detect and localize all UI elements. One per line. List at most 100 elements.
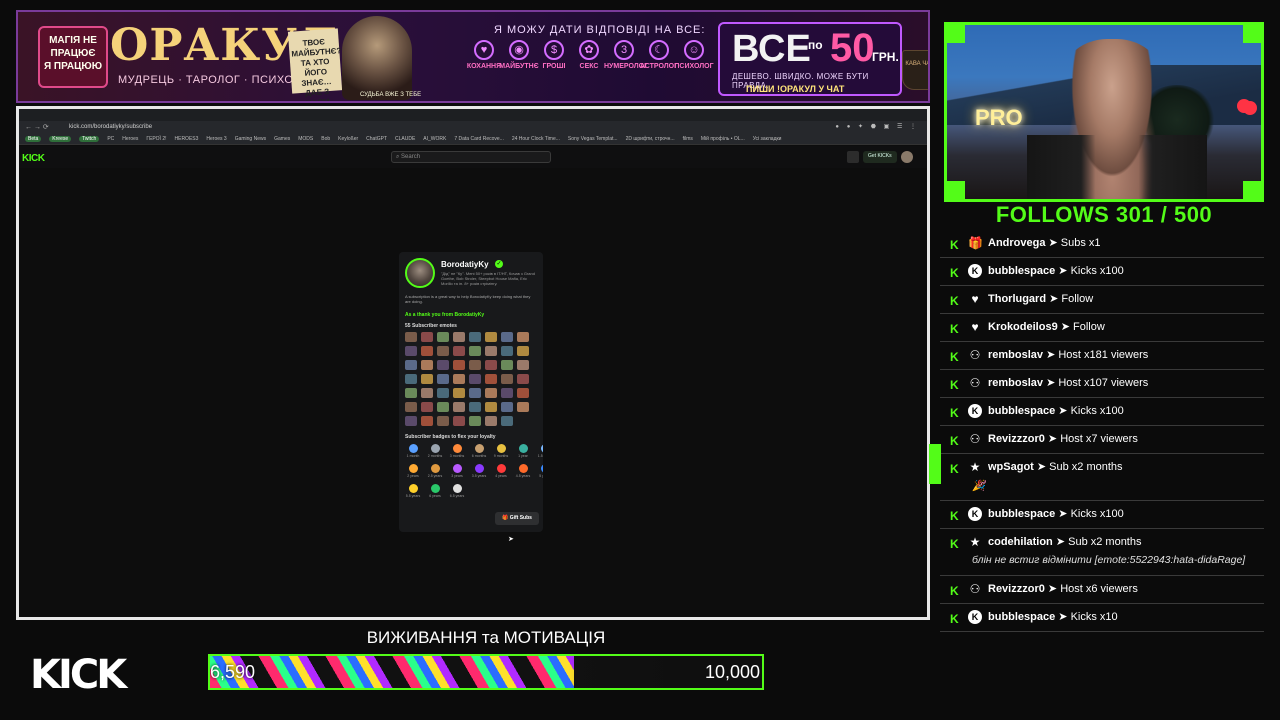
bookmark-item[interactable]: Heroes 3: [206, 136, 226, 142]
bookmark-item[interactable]: MODS: [298, 136, 313, 142]
category-6: ☺ ПСИХОЛОГ: [674, 40, 714, 70]
event-text: Revizzzor0 ➤ Host x7 viewers: [988, 432, 1138, 445]
url-field[interactable]: kick.com/borodatiyky/subscribe: [69, 124, 152, 130]
bookmark-item[interactable]: Keyloßer: [338, 136, 358, 142]
category-5: ☾ АСТРОЛОГ: [640, 40, 678, 70]
badge-grid: 1 month 2 months 3 months 6 months 9 months 1…: [405, 444, 543, 498]
emote-icon: [453, 374, 465, 384]
heart-icon: ♥: [971, 320, 979, 334]
emote-icon: [469, 402, 481, 412]
badge-label: 6 years: [429, 494, 441, 498]
emote-icon: [485, 416, 497, 426]
bookmark-item[interactable]: 24 Hour Clock Time...: [512, 136, 560, 142]
kick-k-icon: K: [950, 462, 959, 476]
emote-icon: [501, 332, 513, 342]
get-kicks-button[interactable]: Get KICKs: [863, 151, 897, 163]
badge-label: 2 months: [427, 454, 443, 458]
emote-icon: [453, 402, 465, 412]
thanks-heading: As a thank you from BorodatiyKy: [405, 312, 485, 318]
gift-subs-button[interactable]: 🎁 Gift Subs: [495, 512, 539, 525]
browser-tab-bar[interactable]: [19, 109, 927, 121]
badge-icon: [474, 464, 484, 473]
event-action: ➤ Host x181 viewers: [1043, 349, 1149, 361]
bookmark-item[interactable]: Bob: [321, 136, 330, 142]
emote-icon: [469, 416, 481, 426]
bookmark-item[interactable]: AI_WORK: [423, 136, 446, 142]
kick-coin-icon: K: [968, 610, 982, 624]
user-avatar[interactable]: [901, 151, 913, 163]
neon-sign: PRO: [975, 105, 1023, 130]
event-action: ➤ Host x7 viewers: [1044, 433, 1138, 445]
subscribe-panel: BorodatiyKy ✓ "Дід" не "Ку". Мені 50+ ро…: [399, 252, 543, 532]
event-row: K Kbubblespace ➤ Kicks x100: [940, 398, 1264, 426]
kick-coin-icon: K: [968, 264, 982, 278]
kick-k-icon: K: [950, 537, 959, 551]
badge-icon: [430, 484, 440, 493]
bookmark-item[interactable]: ChatGPT: [366, 136, 387, 142]
bookmark-item[interactable]: Усі закладки: [753, 136, 782, 142]
badge-icon: [496, 464, 506, 473]
moon-icon: ☾: [649, 40, 669, 60]
badge-label: 3 years: [451, 474, 463, 478]
bookmark-item[interactable]: 7 Data Card Recove...: [454, 136, 503, 142]
badge-icon: [518, 444, 528, 453]
bookmark-item[interactable]: Twitch: [79, 135, 100, 142]
event-row: K ♥ Thorlugard ➤ Follow: [940, 286, 1264, 314]
subscriber-badge: 4 years: [493, 464, 509, 478]
badge-icon: [430, 444, 440, 453]
bookmark-item[interactable]: Мій профіль • OL...: [701, 136, 745, 142]
banner-subtitle: МУДРЕЦЬ · ТАРОЛОГ · ПСИХОЛОГ: [118, 74, 317, 86]
cam-corner-br: [1243, 181, 1261, 199]
emote-icon: [469, 346, 481, 356]
goal-current-value: 6,590: [210, 662, 256, 682]
emote-icon: [501, 346, 513, 356]
event-text: bubblespace ➤ Kicks x100: [988, 264, 1124, 277]
emote-icon: [501, 374, 513, 384]
chat-icon[interactable]: [847, 151, 859, 163]
bookmark-item[interactable]: Heroes: [122, 136, 138, 142]
extension-icons[interactable]: ● ● ✦ ⬣ ▣ ☰ ⋮: [835, 123, 919, 130]
emote-icon: [421, 360, 433, 370]
emote-icon: [485, 332, 497, 342]
badge-label: 3.5 years: [471, 474, 487, 478]
kick-site-logo[interactable]: KICK: [22, 153, 45, 164]
event-user: remboslav: [988, 377, 1044, 389]
emote-icon: [405, 388, 417, 398]
emote-icon: [501, 388, 513, 398]
kick-k-icon: K: [950, 266, 959, 280]
bookmark-item[interactable]: Beta: [25, 135, 42, 142]
event-user: bubblespace: [988, 265, 1056, 277]
event-action: ➤ Sub x2 months: [1052, 536, 1142, 548]
bookmark-item[interactable]: ГЕРОЇ 2!: [146, 136, 166, 142]
bookmark-item[interactable]: Sony Vegas Templat...: [568, 136, 618, 142]
kick-logo: KICK: [30, 652, 127, 698]
subscriber-badge: 3 years: [449, 464, 465, 478]
bookmark-item[interactable]: CLAUDE: [395, 136, 415, 142]
emote-icon: [469, 332, 481, 342]
bookmark-item[interactable]: Kreese: [49, 135, 72, 142]
subscriber-badge: 6.5 years: [449, 484, 465, 498]
subscription-description: A subscription is a great way to help Bo…: [405, 294, 531, 304]
event-action: ➤ Follow: [1046, 293, 1094, 305]
bookmark-item[interactable]: PC: [107, 136, 114, 142]
bookmark-item[interactable]: films: [683, 136, 693, 142]
subscriber-badge: 9 months: [493, 444, 509, 458]
kick-site-header: KICK ⌕ Search Get KICKs: [19, 146, 927, 168]
bookmark-item[interactable]: Gaming News: [235, 136, 266, 142]
bookmark-item[interactable]: HEROES3: [175, 136, 199, 142]
nav-arrows-icon[interactable]: ← → ⟳: [25, 123, 49, 131]
category-label: НУМЕРОЛОГ: [604, 63, 649, 70]
event-row: K Kbubblespace ➤ Kicks x100: [940, 501, 1264, 529]
event-action: ➤ Kicks x100: [1055, 508, 1124, 520]
event-action: ➤ Host x6 viewers: [1044, 583, 1138, 595]
emote-icon: [485, 346, 497, 356]
emote-icon: [421, 346, 433, 356]
subscriber-badge: 5 years: [537, 464, 543, 478]
bookmark-item[interactable]: Games: [274, 136, 290, 142]
site-search-input[interactable]: ⌕ Search: [391, 151, 551, 163]
emote-icon: [405, 374, 417, 384]
magic-line-1: МАГІЯ НЕ: [49, 35, 97, 46]
bookmark-item[interactable]: 2D шрифти, строчн...: [626, 136, 675, 142]
emote-icon: [485, 388, 497, 398]
category-label: АСТРОЛОГ: [639, 63, 679, 70]
